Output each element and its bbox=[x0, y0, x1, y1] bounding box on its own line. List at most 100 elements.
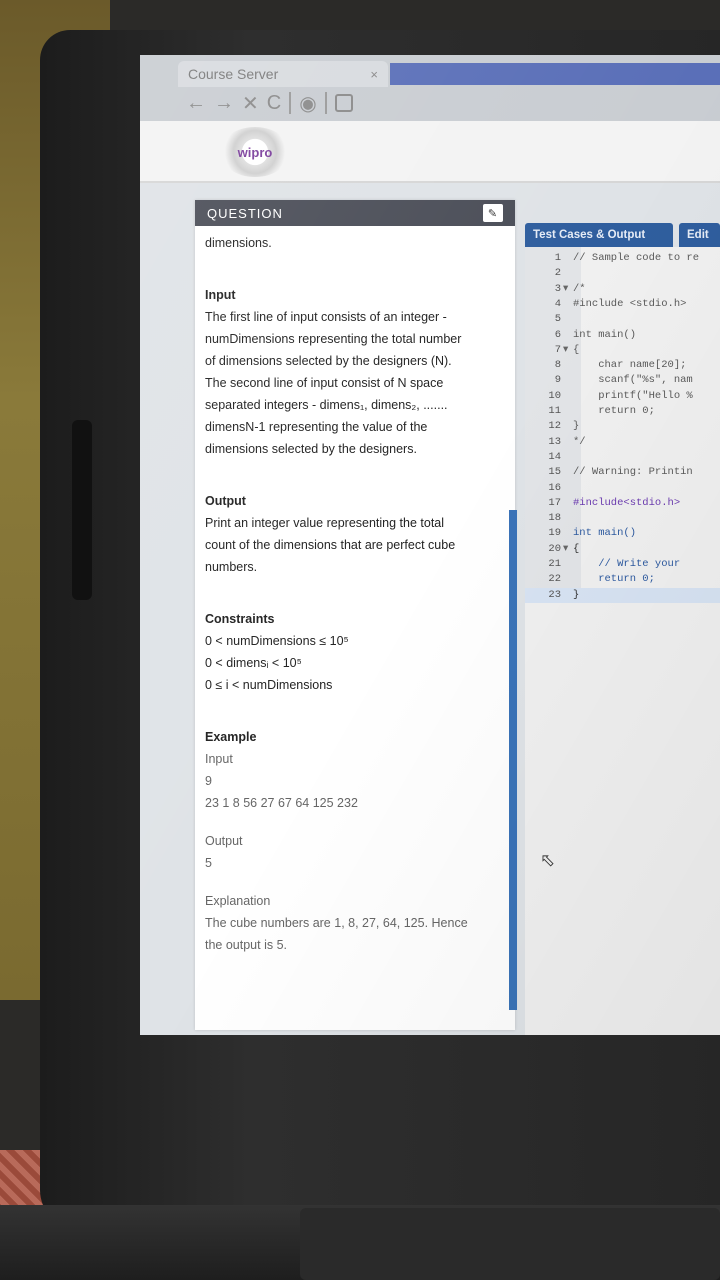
code-line[interactable]: 10 printf("Hello % bbox=[525, 389, 720, 404]
question-scrollbar[interactable] bbox=[509, 510, 517, 1010]
laptop-hinge bbox=[72, 420, 92, 600]
line-number: 20 bbox=[548, 542, 561, 555]
editor-tabs: Test Cases & Output Edit bbox=[525, 223, 720, 247]
code-text: { bbox=[573, 542, 580, 555]
input-line: separated integers - dimens₁, dimens₂, .… bbox=[205, 398, 448, 412]
output-line: Print an integer value representing the … bbox=[205, 516, 445, 530]
close-icon[interactable]: × bbox=[370, 67, 378, 82]
input-line: The first line of input consists of an i… bbox=[205, 310, 447, 324]
code-line[interactable]: 7 ▾ { bbox=[525, 343, 720, 358]
code-line[interactable]: 2 bbox=[525, 266, 720, 281]
code-text: scanf("%s", nam bbox=[573, 374, 693, 387]
code-line[interactable]: 5 bbox=[525, 312, 720, 327]
line-number: 15 bbox=[548, 466, 561, 479]
nav-controls: ← → ✕ C ◉ bbox=[186, 89, 353, 117]
pin-icon[interactable]: ✎ bbox=[483, 204, 503, 222]
code-line[interactable]: 14 bbox=[525, 450, 720, 465]
code-text: { bbox=[573, 343, 580, 356]
nav-divider bbox=[289, 92, 292, 114]
example-heading: Example bbox=[205, 730, 257, 744]
example-output-value: 5 bbox=[205, 856, 212, 870]
input-heading: Input bbox=[205, 288, 236, 302]
line-number: 5 bbox=[554, 313, 561, 326]
wipro-logo: wipro bbox=[220, 127, 290, 177]
fold-arrow-icon[interactable]: ▾ bbox=[563, 542, 568, 557]
line-number: 10 bbox=[548, 389, 561, 402]
tab-edit[interactable]: Edit bbox=[679, 223, 720, 247]
input-line: The second line of input consist of N sp… bbox=[205, 376, 444, 390]
tab-test-cases[interactable]: Test Cases & Output bbox=[525, 223, 673, 247]
explanation-line: The cube numbers are 1, 8, 27, 64, 125. … bbox=[205, 916, 468, 930]
line-number: 6 bbox=[554, 328, 561, 341]
code-line[interactable]: 23} bbox=[525, 587, 720, 603]
line-number: 8 bbox=[554, 359, 561, 372]
question-header: QUESTION ✎ bbox=[195, 200, 515, 226]
code-line[interactable]: 17 #include<stdio.h> bbox=[525, 496, 720, 511]
output-heading: Output bbox=[205, 494, 246, 508]
output-line: numbers. bbox=[205, 560, 258, 574]
intro-text: dimensions. bbox=[205, 236, 272, 250]
code-line[interactable]: 13 */ bbox=[525, 435, 720, 450]
constraint-line: 0 < dimensᵢ < 10⁵ bbox=[205, 656, 302, 670]
fold-arrow-icon[interactable]: ▾ bbox=[563, 282, 568, 297]
code-line[interactable]: 9 scanf("%s", nam bbox=[525, 373, 720, 388]
code-text: int main() bbox=[573, 527, 637, 540]
laptop-screen: Course Server × ← → ✕ C ◉ wipro QUESTION… bbox=[140, 55, 720, 1035]
back-arrow-icon[interactable]: ← bbox=[186, 92, 206, 115]
line-number: 11 bbox=[548, 405, 561, 417]
input-line: of dimensions selected by the designers … bbox=[205, 354, 452, 368]
example-input-label: Input bbox=[205, 752, 233, 766]
line-number: 18 bbox=[548, 512, 561, 525]
line-number: 22 bbox=[548, 573, 561, 586]
code-text: char name[20]; bbox=[573, 359, 687, 372]
output-line: count of the dimensions that are perfect… bbox=[205, 538, 456, 552]
code-text: // Write your bbox=[573, 558, 681, 570]
line-number: 13 bbox=[548, 435, 561, 448]
info-icon[interactable]: ◉ bbox=[299, 91, 316, 116]
code-text: int main() bbox=[573, 328, 637, 341]
code-text: #include<stdio.h> bbox=[573, 496, 681, 509]
code-line[interactable]: 16 bbox=[525, 481, 720, 496]
code-line[interactable]: 12} bbox=[525, 419, 720, 434]
code-text: // Warning: Printin bbox=[573, 466, 693, 479]
code-line[interactable]: 22 return 0; bbox=[525, 572, 720, 587]
line-number: 23 bbox=[548, 588, 561, 601]
question-title: QUESTION bbox=[207, 205, 283, 221]
code-text: } bbox=[573, 588, 580, 601]
code-line[interactable]: 15 // Warning: Printin bbox=[525, 465, 720, 480]
example-output-label: Output bbox=[205, 834, 243, 848]
line-number: 4 bbox=[554, 297, 561, 310]
code-editor[interactable]: 1// Sample code to re 2 3 ▾ /* 4 #include <std… bbox=[525, 247, 720, 1035]
question-body: dimensions. Input The first line of inpu… bbox=[195, 226, 517, 1010]
input-line: numDimensions representing the total num… bbox=[205, 332, 462, 346]
code-line[interactable]: 1 // Sample code to re bbox=[525, 251, 720, 266]
line-number: 7 bbox=[554, 343, 561, 356]
code-line[interactable]: 21 // Write your bbox=[525, 557, 720, 572]
code-line[interactable]: 11 return 0; bbox=[525, 404, 720, 419]
code-line[interactable]: 19 int main() bbox=[525, 526, 720, 541]
input-line: dimensions selected by the designers. bbox=[205, 442, 417, 456]
code-line[interactable]: 4 #include <stdio.h> bbox=[525, 297, 720, 312]
fold-arrow-icon[interactable]: ▾ bbox=[563, 343, 568, 358]
code-line[interactable]: 3 ▾ /* bbox=[525, 282, 720, 297]
code-line[interactable]: 8 char name[20]; bbox=[525, 358, 720, 373]
code-text: // Sample code to re bbox=[573, 252, 700, 264]
constraint-line: 0 < numDimensions ≤ 10⁵ bbox=[205, 634, 349, 648]
browser-tab[interactable]: Course Server × bbox=[178, 61, 388, 87]
extension-icon[interactable] bbox=[334, 94, 353, 112]
example-input-values: 23 1 8 56 27 67 64 125 232 bbox=[205, 796, 358, 810]
line-number: 19 bbox=[548, 527, 561, 540]
code-text: /* bbox=[573, 282, 586, 295]
code-text: #include <stdio.h> bbox=[573, 297, 687, 310]
forward-arrow-icon[interactable]: → bbox=[214, 92, 234, 115]
nav-divider bbox=[324, 92, 327, 114]
code-line[interactable]: 6 int main() bbox=[525, 328, 720, 343]
tab-title: Course Server bbox=[188, 66, 279, 82]
stop-icon[interactable]: ✕ bbox=[242, 91, 259, 116]
line-number: 9 bbox=[554, 374, 561, 387]
line-number: 17 bbox=[548, 496, 561, 509]
code-line[interactable]: 20 ▾ { bbox=[525, 542, 720, 557]
code-line[interactable]: 18 bbox=[525, 511, 720, 526]
reload-icon[interactable]: C bbox=[267, 92, 281, 115]
tab-strip bbox=[390, 63, 720, 85]
